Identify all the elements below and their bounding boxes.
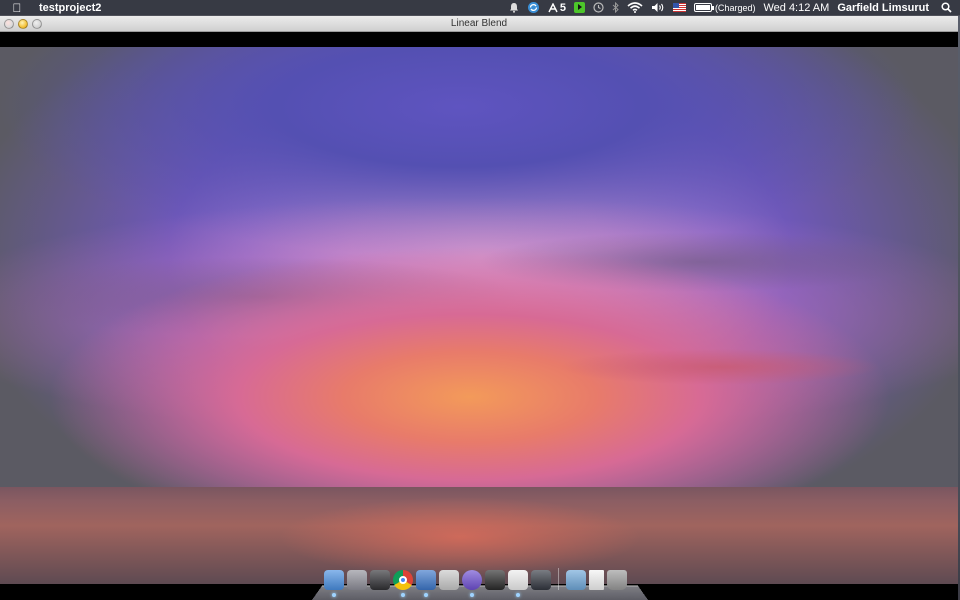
render-canvas (0, 47, 958, 584)
battery-status[interactable]: (Charged) (690, 0, 760, 16)
sync-icon[interactable] (523, 0, 544, 16)
menu-clock[interactable]: Wed 4:12 AM (759, 0, 833, 16)
swirl-icon[interactable] (462, 570, 482, 597)
user-menu[interactable]: Garfield Limsurut (833, 0, 933, 16)
menu-extras: 5 (Charged) Wed 4:12 AM Garfield Limsuru… (505, 0, 960, 16)
terminal-icon[interactable] (485, 570, 505, 590)
menu-bar:  testproject2 5 (0, 0, 960, 16)
adobe-update-count: 5 (559, 1, 566, 14)
app-menu-name[interactable]: testproject2 (39, 2, 101, 14)
clock-icon[interactable] (589, 0, 608, 16)
preview-icon[interactable] (439, 570, 459, 590)
monitor-icon[interactable] (531, 570, 551, 590)
magnifier-icon[interactable] (933, 0, 960, 16)
battery-label: (Charged) (714, 2, 756, 13)
desktop:  testproject2 5 (0, 0, 960, 600)
folder-icon[interactable] (566, 570, 586, 590)
hammer-icon[interactable] (416, 570, 436, 597)
dock-icons (324, 568, 627, 597)
photo-icon[interactable] (370, 570, 390, 590)
document-icon[interactable] (589, 570, 604, 590)
dock-separator (558, 568, 559, 590)
bluetooth-icon[interactable] (608, 0, 623, 16)
adobe-updates[interactable]: 5 (544, 0, 570, 16)
textedit-icon[interactable] (508, 570, 528, 597)
green-play-icon[interactable] (570, 0, 589, 16)
chrome-icon[interactable] (393, 570, 413, 597)
bell-icon[interactable] (505, 0, 523, 16)
us-flag-icon[interactable] (669, 0, 690, 16)
apple-icon[interactable]:  (0, 1, 34, 15)
finder-icon[interactable] (324, 570, 344, 597)
dock (312, 566, 648, 600)
wifi-icon[interactable] (623, 0, 647, 16)
trash-icon[interactable] (607, 570, 627, 590)
window-title: Linear Blend (450, 18, 508, 29)
rocket-icon[interactable] (347, 570, 367, 590)
speaker-icon[interactable] (647, 0, 669, 16)
battery-icon (693, 3, 714, 12)
adobe-icon (548, 2, 558, 12)
window-titlebar[interactable]: Linear Blend (0, 16, 958, 32)
